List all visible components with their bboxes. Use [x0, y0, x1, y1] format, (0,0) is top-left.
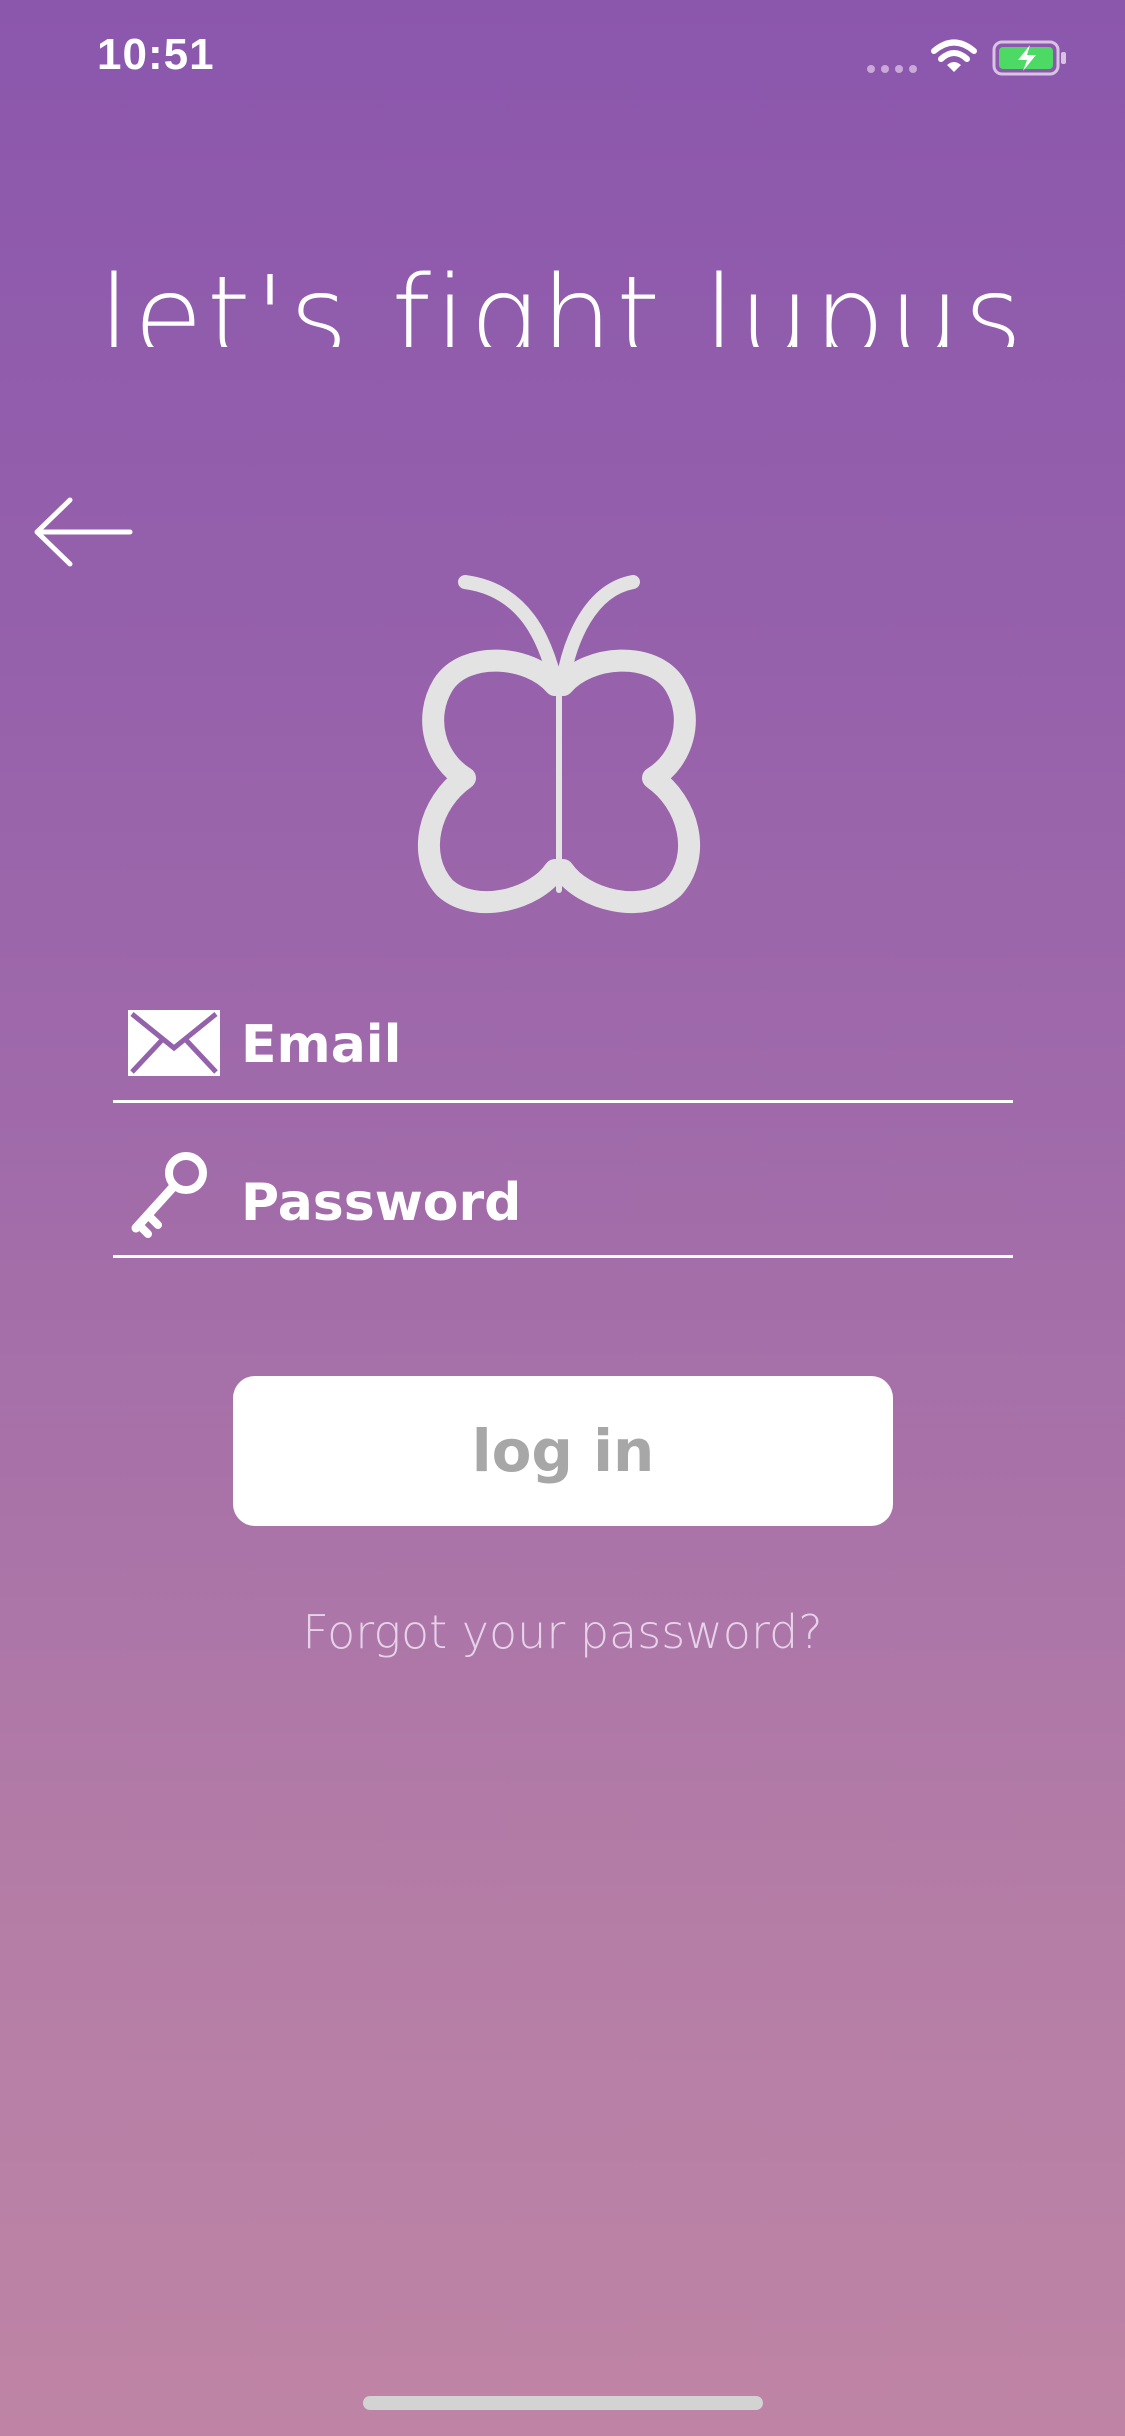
signal-dots-icon: [867, 65, 917, 73]
arrow-left-icon: [34, 497, 133, 567]
email-input[interactable]: [241, 1010, 1001, 1080]
battery-charging-icon: [992, 40, 1066, 76]
headline: let's fight lupus: [98, 253, 1027, 347]
email-field[interactable]: [113, 990, 1013, 1103]
key-icon: [131, 1152, 207, 1238]
butterfly-icon: [418, 575, 700, 913]
status-time: 10:51: [97, 30, 215, 79]
wifi-icon: [931, 39, 977, 72]
back-button[interactable]: [30, 495, 140, 570]
password-field[interactable]: [113, 1150, 1013, 1258]
home-indicator: [363, 2396, 763, 2410]
headline-container: let's fight lupus: [0, 235, 1125, 347]
status-bar: 10:51: [0, 0, 1125, 120]
password-input[interactable]: [241, 1168, 1001, 1238]
envelope-icon: [128, 1010, 220, 1076]
login-button[interactable]: log in: [233, 1376, 893, 1526]
forgot-password-link[interactable]: Forgot your password?: [0, 1605, 1125, 1659]
